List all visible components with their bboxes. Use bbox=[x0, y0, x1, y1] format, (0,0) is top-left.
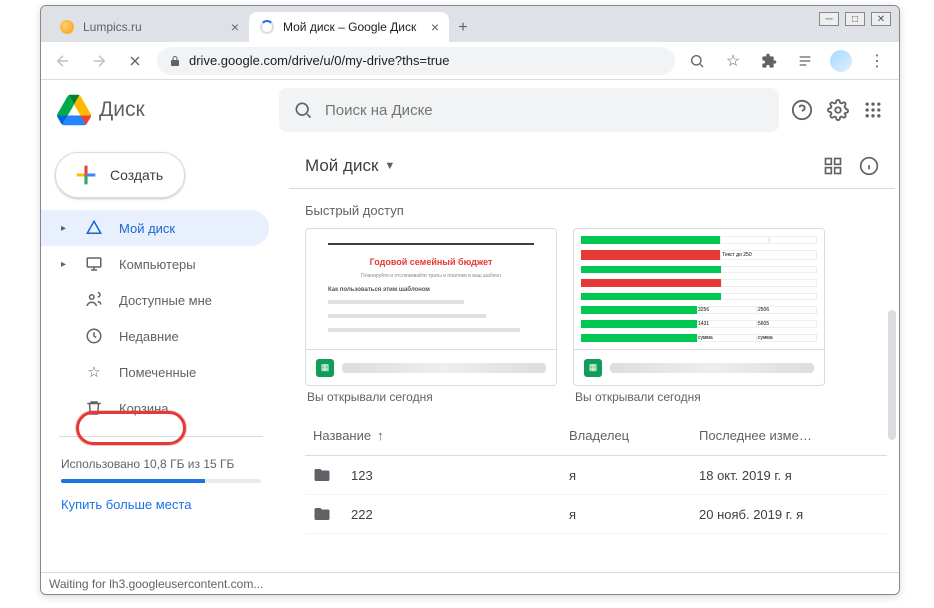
sidebar-item-my-drive[interactable]: ▸ Мой диск bbox=[41, 210, 269, 246]
chevron-right-icon: ▸ bbox=[61, 259, 69, 270]
breadcrumb[interactable]: Мой диск ▼ bbox=[305, 156, 395, 176]
forward-button[interactable] bbox=[85, 47, 113, 75]
sidebar-item-label: Мой диск bbox=[119, 221, 175, 236]
star-icon: ☆ bbox=[85, 363, 103, 381]
people-icon bbox=[85, 291, 103, 309]
computer-icon bbox=[85, 255, 103, 273]
bookmark-star-icon[interactable]: ☆ bbox=[719, 47, 747, 75]
sidebar-item-label: Доступные мне bbox=[119, 293, 212, 308]
chevron-down-icon: ▼ bbox=[384, 160, 395, 172]
browser-window: ─ □ ✕ Lumpics.ru × Мой диск – Google Дис… bbox=[40, 5, 900, 595]
stop-reload-button[interactable] bbox=[121, 47, 149, 75]
tab-bar: Lumpics.ru × Мой диск – Google Диск × + bbox=[41, 6, 899, 42]
help-icon[interactable] bbox=[791, 99, 813, 121]
plus-icon bbox=[72, 161, 100, 189]
sidebar-item-starred[interactable]: ☆ Помеченные bbox=[41, 354, 269, 390]
sidebar-item-recent[interactable]: Недавние bbox=[41, 318, 269, 354]
profile-avatar[interactable] bbox=[827, 47, 855, 75]
storage-info: Использовано 10,8 ГБ из 15 ГБ bbox=[41, 447, 281, 493]
sidebar: Создать ▸ Мой диск ▸ Компьютеры Доступны… bbox=[41, 140, 281, 594]
page-content: Диск Создать ▸ Мой дис bbox=[41, 80, 899, 594]
column-name[interactable]: Название ↑ bbox=[313, 428, 569, 443]
browser-menu-icon[interactable]: ⋮ bbox=[863, 47, 891, 75]
sheets-icon: ▦ bbox=[584, 359, 602, 377]
drive-header: Диск bbox=[41, 80, 899, 140]
sidebar-item-label: Корзина bbox=[119, 401, 169, 416]
buy-storage-link[interactable]: Купить больше места bbox=[41, 493, 281, 516]
search-box[interactable] bbox=[279, 88, 779, 132]
close-tab-icon[interactable]: × bbox=[431, 19, 439, 35]
search-engine-icon[interactable] bbox=[683, 47, 711, 75]
sidebar-item-shared[interactable]: Доступные мне bbox=[41, 282, 269, 318]
folder-icon bbox=[313, 505, 331, 523]
create-label: Создать bbox=[110, 167, 163, 183]
card-thumbnail: Текст до 250 32562506 14315605 суммасумм… bbox=[574, 229, 824, 349]
sidebar-item-label: Компьютеры bbox=[119, 257, 196, 272]
chevron-right-icon: ▸ bbox=[61, 223, 69, 234]
card-title bbox=[342, 363, 546, 373]
new-tab-button[interactable]: + bbox=[449, 14, 477, 42]
file-list-header: Название ↑ Владелец Последнее изме… bbox=[305, 416, 887, 456]
tab-title: Мой диск – Google Диск bbox=[283, 20, 416, 34]
quick-access-card[interactable]: Годовой семейный бюджет Планируйте и отс… bbox=[305, 228, 557, 416]
folder-icon bbox=[313, 466, 331, 484]
file-row[interactable]: 123 я 18 окт. 2019 г. я bbox=[305, 456, 887, 495]
main-content: Мой диск ▼ Быстрый доступ bbox=[281, 140, 899, 594]
scrollbar[interactable] bbox=[888, 310, 896, 440]
browser-tab-lumpics[interactable]: Lumpics.ru × bbox=[49, 12, 249, 42]
lock-icon bbox=[169, 55, 181, 67]
reading-list-icon[interactable] bbox=[791, 47, 819, 75]
card-thumbnail: Годовой семейный бюджет Планируйте и отс… bbox=[306, 229, 556, 349]
address-bar: drive.google.com/drive/u/0/my-drive?ths=… bbox=[41, 42, 899, 80]
extensions-icon[interactable] bbox=[755, 47, 783, 75]
sidebar-item-label: Недавние bbox=[119, 329, 179, 344]
card-subtitle: Вы открывали сегодня bbox=[305, 386, 557, 416]
card-title bbox=[610, 363, 814, 373]
url-field[interactable]: drive.google.com/drive/u/0/my-drive?ths=… bbox=[157, 47, 675, 75]
drive-logo-text: Диск bbox=[99, 98, 145, 122]
minimize-button[interactable]: ─ bbox=[819, 12, 839, 26]
column-modified[interactable]: Последнее изме… bbox=[699, 428, 879, 443]
url-text: drive.google.com/drive/u/0/my-drive?ths=… bbox=[189, 53, 449, 68]
file-row[interactable]: 222 я 20 нояб. 2019 г. я bbox=[305, 495, 887, 534]
close-window-button[interactable]: ✕ bbox=[871, 12, 891, 26]
grid-view-icon[interactable] bbox=[823, 156, 843, 176]
close-tab-icon[interactable]: × bbox=[231, 19, 239, 35]
search-icon bbox=[293, 100, 313, 120]
clock-icon bbox=[85, 327, 103, 345]
window-controls: ─ □ ✕ bbox=[819, 12, 891, 26]
tab-favicon bbox=[59, 19, 75, 35]
maximize-button[interactable]: □ bbox=[845, 12, 865, 26]
loading-spinner-icon bbox=[259, 19, 275, 35]
drive-triangle-icon bbox=[85, 219, 103, 237]
create-button[interactable]: Создать bbox=[55, 152, 185, 198]
quick-access-card[interactable]: Текст до 250 32562506 14315605 суммасумм… bbox=[573, 228, 825, 416]
sidebar-item-label: Помеченные bbox=[119, 365, 196, 380]
drive-logo-icon bbox=[57, 93, 91, 127]
sort-arrow-up-icon: ↑ bbox=[377, 428, 384, 443]
browser-tab-drive[interactable]: Мой диск – Google Диск × bbox=[249, 12, 449, 42]
drive-logo[interactable]: Диск bbox=[57, 93, 267, 127]
search-input[interactable] bbox=[325, 102, 765, 119]
card-subtitle: Вы открывали сегодня bbox=[573, 386, 825, 416]
column-owner[interactable]: Владелец bbox=[569, 428, 699, 443]
quick-access-heading: Быстрый доступ bbox=[305, 189, 887, 228]
sheets-icon: ▦ bbox=[316, 359, 334, 377]
trash-icon bbox=[85, 399, 103, 417]
apps-grid-icon[interactable] bbox=[863, 100, 883, 120]
sidebar-item-computers[interactable]: ▸ Компьютеры bbox=[41, 246, 269, 282]
settings-gear-icon[interactable] bbox=[827, 99, 849, 121]
status-bar: Waiting for lh3.googleusercontent.com... bbox=[41, 572, 899, 594]
tab-title: Lumpics.ru bbox=[83, 20, 142, 34]
back-button[interactable] bbox=[49, 47, 77, 75]
sidebar-item-trash[interactable]: Корзина bbox=[41, 390, 269, 426]
info-icon[interactable] bbox=[859, 156, 879, 176]
